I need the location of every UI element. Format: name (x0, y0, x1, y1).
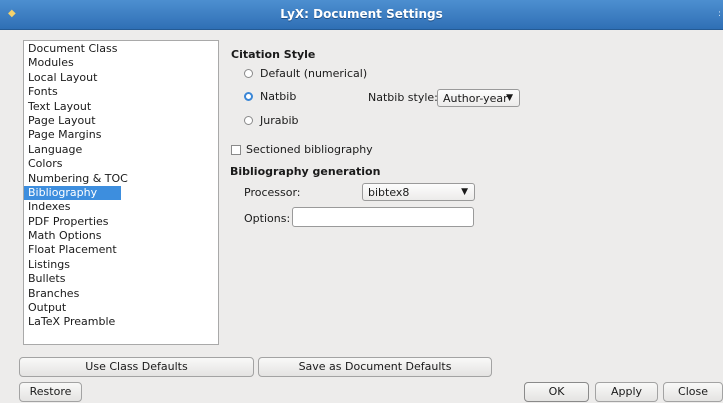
options-label: Options: (244, 212, 291, 225)
natbib-style-label: Natbib style: (368, 91, 438, 104)
sidebar-item-fonts[interactable]: Fonts (24, 85, 218, 99)
window-title: LyX: Document Settings (280, 7, 443, 21)
save-as-document-defaults-button[interactable]: Save as Document Defaults (258, 357, 492, 377)
sidebar-item-listings[interactable]: Listings (24, 258, 218, 272)
sectioned-bibliography-checkbox[interactable]: Sectioned bibliography (231, 143, 373, 156)
radio-button-selected[interactable] (244, 92, 253, 101)
sidebar-item-page-layout[interactable]: Page Layout (24, 114, 218, 128)
citation-style-heading: Citation Style (231, 48, 316, 61)
apply-button[interactable]: Apply (595, 382, 658, 402)
restore-button[interactable]: Restore (19, 382, 82, 402)
sidebar-item-numbering-toc[interactable]: Numbering & TOC (24, 172, 218, 186)
sidebar-item-colors[interactable]: Colors (24, 157, 218, 171)
sidebar-item-math-options[interactable]: Math Options (24, 229, 218, 243)
sidebar-item-language[interactable]: Language (24, 143, 218, 157)
sidebar-item-bullets[interactable]: Bullets (24, 272, 218, 286)
natbib-style-value: Author-year (443, 91, 508, 105)
radio-default-label: Default (numerical) (260, 67, 368, 80)
natbib-style-select[interactable]: Author-year ▼ (437, 89, 520, 107)
chevron-down-icon: ▼ (506, 93, 513, 103)
sidebar-item-page-margins[interactable]: Page Margins (24, 128, 218, 142)
radio-jurabib-label: Jurabib (260, 114, 299, 127)
chevron-down-icon: ▼ (461, 187, 468, 197)
sectioned-bibliography-label: Sectioned bibliography (246, 143, 373, 156)
sidebar-item-pdf-properties[interactable]: PDF Properties (24, 215, 218, 229)
sidebar-item-modules[interactable]: Modules (24, 56, 218, 70)
window-edge-marker: : (717, 9, 721, 19)
bibliography-generation-heading: Bibliography generation (230, 165, 381, 178)
sidebar-item-indexes[interactable]: Indexes (24, 200, 218, 214)
processor-value: bibtex8 (368, 185, 410, 199)
sidebar-item-local-layout[interactable]: Local Layout (24, 71, 218, 85)
radio-default-numerical[interactable]: Default (numerical) (244, 67, 367, 80)
processor-select[interactable]: bibtex8 ▼ (362, 183, 475, 201)
settings-category-list[interactable]: Document Class Modules Local Layout Fonts Te… (23, 40, 219, 345)
checkbox[interactable] (231, 144, 241, 155)
options-input[interactable] (292, 207, 474, 227)
sidebar-item-text-layout[interactable]: Text Layout (24, 100, 218, 114)
radio-natbib-label: Natbib (260, 90, 297, 103)
radio-natbib[interactable]: Natbib (244, 90, 296, 103)
sidebar-item-float-placement[interactable]: Float Placement (24, 243, 218, 257)
ok-button[interactable]: OK (524, 382, 589, 402)
sidebar-item-output[interactable]: Output (24, 301, 218, 315)
radio-jurabib[interactable]: Jurabib (244, 114, 299, 127)
processor-label: Processor: (244, 186, 301, 199)
sidebar-item-latex-preamble[interactable]: LaTeX Preamble (24, 315, 218, 329)
close-button[interactable]: Close (663, 382, 723, 402)
sidebar-item-bibliography[interactable]: Bibliography (24, 185, 121, 201)
title-bar[interactable]: ◆ LyX: Document Settings : (0, 0, 723, 30)
sidebar-item-branches[interactable]: Branches (24, 287, 218, 301)
use-class-defaults-button[interactable]: Use Class Defaults (19, 357, 254, 377)
sidebar-item-document-class[interactable]: Document Class (24, 42, 218, 56)
radio-button[interactable] (244, 116, 253, 125)
radio-button[interactable] (244, 69, 253, 78)
